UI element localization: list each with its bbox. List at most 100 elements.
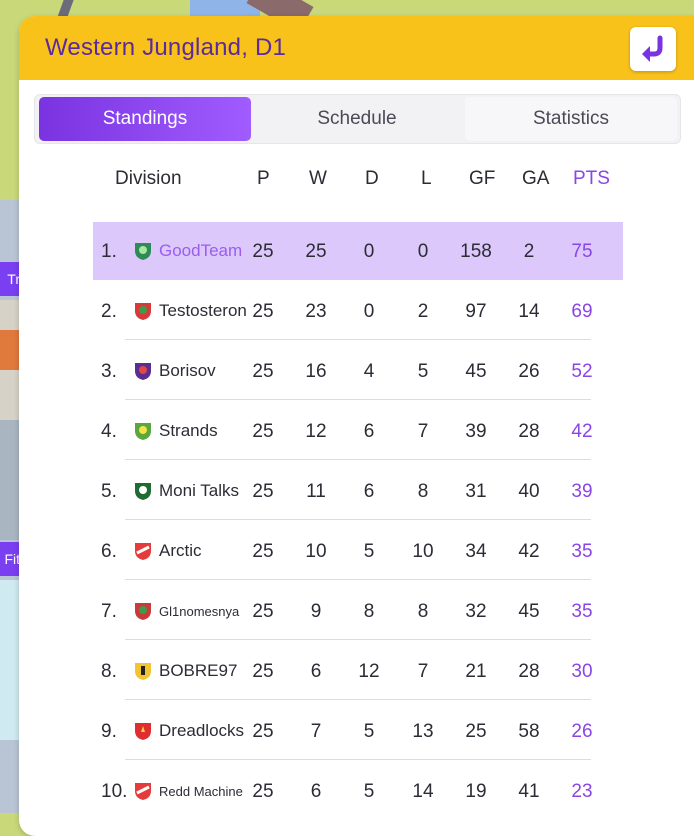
table-header: Division P W D L GF GA PTS: [19, 168, 679, 196]
row-rank: 2.: [101, 301, 117, 322]
cell-ga: 42: [518, 541, 540, 562]
return-arrow-icon: [642, 35, 663, 62]
column-w: W: [309, 168, 327, 189]
cell-ga: 26: [518, 361, 540, 382]
cell-d: 0: [363, 241, 375, 262]
cell-l: 2: [417, 301, 429, 322]
crest-purple-red-icon: [135, 363, 151, 380]
crest-red-white-icon: [135, 783, 151, 800]
cell-gf: 45: [465, 361, 487, 382]
background-building: [0, 580, 20, 740]
cell-d: 6: [363, 421, 375, 442]
cell-pts: 42: [571, 421, 593, 442]
cell-ga: 2: [523, 241, 535, 262]
row-divider: [125, 459, 591, 460]
row-rank: 8.: [101, 661, 117, 682]
cell-gf: 34: [465, 541, 487, 562]
crest-darkgreen-icon: [135, 483, 151, 500]
tab-statistics[interactable]: Statistics: [465, 97, 677, 141]
team-name: Gl1nomesnya: [159, 604, 240, 619]
cell-d: 8: [363, 601, 375, 622]
cell-w: 6: [310, 661, 322, 682]
side-tag-tr[interactable]: Tr: [0, 262, 20, 296]
cell-gf: 39: [465, 421, 487, 442]
cell-l: 5: [417, 361, 429, 382]
crest-red-yellow-icon: [135, 723, 151, 740]
table-row[interactable]: 4. Strands 25 12 6 7 39 28 42: [93, 402, 623, 460]
panel-header: Western Jungland, D1: [19, 16, 694, 80]
cell-w: 25: [305, 241, 327, 262]
tab-standings[interactable]: Standings: [39, 97, 251, 141]
table-row[interactable]: 9. Dreadlocks 25 7 5 13 25 58 26: [93, 702, 623, 760]
cell-pts: 23: [571, 781, 593, 802]
column-gf: GF: [469, 168, 496, 189]
row-rank: 1.: [101, 241, 117, 262]
crest-green-yellow-icon: [135, 423, 151, 440]
cell-ga: 41: [518, 781, 540, 802]
team-name: Strands: [159, 421, 218, 440]
cell-ga: 28: [518, 421, 540, 442]
cell-p: 25: [252, 541, 274, 562]
table-row[interactable]: 3. Borisov 25 16 4 5 45 26 52: [93, 342, 623, 400]
tab-schedule[interactable]: Schedule: [251, 97, 463, 141]
cell-ga: 14: [518, 301, 540, 322]
cell-w: 16: [305, 361, 327, 382]
row-rank: 7.: [101, 601, 117, 622]
cell-l: 14: [412, 781, 434, 802]
table-row[interactable]: 1. GoodTeam 25 25 0 0 158 2 75: [93, 222, 623, 280]
row-divider: [125, 579, 591, 580]
cell-l: 13: [412, 721, 434, 742]
cell-p: 25: [252, 241, 274, 262]
cell-d: 5: [363, 721, 375, 742]
crest-red-white-icon: [135, 543, 151, 560]
team-name: GoodTeam: [159, 241, 243, 260]
cell-pts: 39: [571, 481, 593, 502]
cell-l: 8: [417, 601, 429, 622]
team-name: Moni Talks: [159, 481, 239, 500]
cell-d: 6: [363, 481, 375, 502]
cell-ga: 45: [518, 601, 540, 622]
table-row[interactable]: 6. Arctic 25 10 5 10 34 42 35: [93, 522, 623, 580]
cell-w: 7: [310, 721, 322, 742]
crest-red-green-icon: [135, 303, 151, 320]
row-rank: 3.: [101, 361, 117, 382]
crest-yellow-black-icon: [135, 663, 151, 680]
column-division: Division: [115, 168, 182, 189]
cell-gf: 21: [465, 661, 487, 682]
cell-d: 0: [363, 301, 375, 322]
cell-pts: 35: [571, 541, 593, 562]
table-row[interactable]: 5. Moni Talks 25 11 6 8 31 40 39: [93, 462, 623, 520]
cell-w: 10: [305, 541, 327, 562]
cell-w: 9: [310, 601, 322, 622]
cell-w: 12: [305, 421, 327, 442]
cell-pts: 69: [571, 301, 593, 322]
cell-l: 7: [417, 661, 429, 682]
cell-pts: 52: [571, 361, 593, 382]
cell-l: 8: [417, 481, 429, 502]
side-tag-fit[interactable]: Fit: [0, 542, 20, 576]
cell-ga: 28: [518, 661, 540, 682]
row-divider: [125, 639, 591, 640]
cell-w: 11: [306, 481, 326, 502]
row-rank: 9.: [101, 721, 117, 742]
table-row[interactable]: 2. Testosteron 25 23 0 2 97 14 69: [93, 282, 623, 340]
table-row[interactable]: 10. Redd Machine 25 6 5 14 19 41 23: [93, 762, 623, 820]
row-rank: 4.: [101, 421, 117, 442]
cell-gf: 25: [465, 721, 487, 742]
back-button[interactable]: [630, 27, 676, 71]
background-building: [0, 420, 20, 540]
tab-bar: Standings Schedule Statistics: [34, 94, 681, 144]
division-panel: Western Jungland, D1 Standings Schedule …: [19, 16, 694, 836]
cell-ga: 40: [518, 481, 540, 502]
row-divider: [125, 699, 591, 700]
row-rank: 6.: [101, 541, 117, 562]
cell-p: 25: [252, 361, 274, 382]
cell-gf: 97: [465, 301, 487, 322]
cell-p: 25: [252, 661, 274, 682]
page-title: Western Jungland, D1: [45, 34, 287, 61]
team-name: Borisov: [159, 361, 216, 380]
team-name: Arctic: [159, 541, 202, 560]
table-row[interactable]: 7. Gl1nomesnya 25 9 8 8 32 45 35: [93, 582, 623, 640]
cell-p: 25: [252, 481, 274, 502]
table-row[interactable]: 8. BOBRE97 25 6 12 7 21 28 30: [93, 642, 623, 700]
